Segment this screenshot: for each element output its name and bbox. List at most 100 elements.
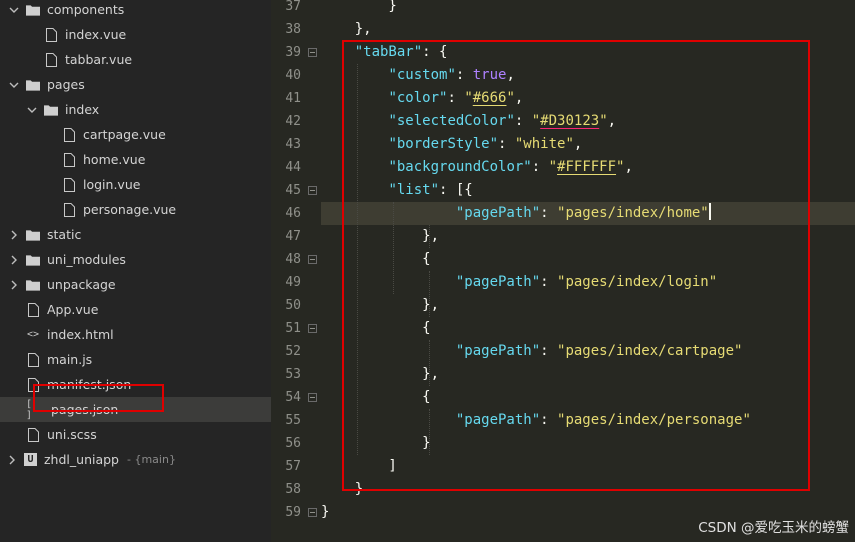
html-file-icon: <> bbox=[26, 329, 40, 340]
line-number: 41 bbox=[285, 91, 301, 106]
tree-file-uni-scss[interactable]: uni.scss bbox=[0, 422, 271, 447]
chevron-right-icon[interactable] bbox=[6, 454, 18, 466]
tree-item-label: login.vue bbox=[83, 177, 141, 192]
code-line[interactable]: }, bbox=[321, 18, 372, 41]
line-number-gutter: 37 38 39 40 41 42 43 44 45 46 47 48 49 50 51 52 53 54 55 56… bbox=[271, 0, 321, 542]
vue-file-icon bbox=[62, 127, 76, 142]
tree-item-label: manifest.json bbox=[47, 377, 132, 392]
project-name: zhdl_uniapp bbox=[44, 452, 119, 467]
tree-item-label: pages bbox=[47, 77, 85, 92]
tree-item-label: home.vue bbox=[83, 152, 146, 167]
tree-folder-uni_modules[interactable]: uni_modules bbox=[0, 247, 271, 272]
code-line[interactable]: }, bbox=[321, 363, 439, 386]
tree-file-personage-vue[interactable]: personage.vue bbox=[0, 197, 271, 222]
tree-item-label: App.vue bbox=[47, 302, 99, 317]
line-number: 54 bbox=[285, 390, 301, 405]
code-line[interactable]: ] bbox=[321, 455, 396, 478]
code-line[interactable]: { bbox=[321, 317, 430, 340]
tree-item-label: static bbox=[47, 227, 82, 242]
tree-file-home-vue[interactable]: home.vue bbox=[0, 147, 271, 172]
chevron-down-icon[interactable] bbox=[26, 104, 38, 116]
tree-folder-index[interactable]: index bbox=[0, 97, 271, 122]
watermark: CSDN @爱吃玉米的螃蟹 bbox=[698, 520, 849, 536]
fold-toggle-icon[interactable] bbox=[308, 186, 317, 195]
indent-guide bbox=[357, 64, 358, 455]
project-branch: - {main} bbox=[127, 453, 176, 466]
code-line[interactable]: "pagePath": "pages/index/login" bbox=[321, 271, 717, 294]
code-line[interactable]: "list": [{ bbox=[321, 179, 472, 202]
code-line[interactable]: "backgroundColor": "#FFFFFF", bbox=[321, 156, 632, 179]
code-line[interactable]: } bbox=[321, 0, 396, 18]
fold-toggle-icon[interactable] bbox=[308, 393, 317, 402]
code-line[interactable]: "custom": true, bbox=[321, 64, 514, 87]
line-number: 46 bbox=[285, 206, 301, 221]
code-line[interactable]: } bbox=[321, 501, 329, 524]
line-number: 47 bbox=[285, 229, 301, 244]
code-line[interactable]: "pagePath": "pages/index/personage" bbox=[321, 409, 751, 432]
line-number: 50 bbox=[285, 298, 301, 313]
tree-file-main-js[interactable]: main.js bbox=[0, 347, 271, 372]
fold-toggle-icon[interactable] bbox=[308, 255, 317, 264]
tree-file-pages-json[interactable]: [ ] pages.json bbox=[0, 397, 271, 422]
code-line[interactable]: "borderStyle": "white", bbox=[321, 133, 582, 156]
fold-toggle-icon[interactable] bbox=[308, 508, 317, 517]
line-number: 53 bbox=[285, 367, 301, 382]
chevron-right-icon[interactable] bbox=[8, 254, 20, 266]
vue-file-icon bbox=[62, 202, 76, 217]
vue-file-icon bbox=[26, 302, 40, 317]
chevron-right-icon[interactable] bbox=[8, 229, 20, 241]
tree-folder-components[interactable]: components bbox=[0, 0, 271, 22]
code-line[interactable]: "color": "#666", bbox=[321, 87, 523, 110]
tree-item-label: personage.vue bbox=[83, 202, 177, 217]
code-line[interactable]: "tabBar": { bbox=[321, 41, 448, 64]
fold-toggle-icon[interactable] bbox=[308, 324, 317, 333]
tree-item-label: index.html bbox=[47, 327, 114, 342]
line-number: 45 bbox=[285, 183, 301, 198]
code-editor[interactable]: } }, "tabBar": { "custom": true, "color"… bbox=[321, 0, 855, 542]
folder-open-icon bbox=[44, 103, 58, 117]
tree-folder-static[interactable]: static bbox=[0, 222, 271, 247]
code-line[interactable]: "pagePath": "pages/index/cartpage" bbox=[321, 340, 743, 363]
indent-guide bbox=[429, 340, 430, 386]
chevron-down-icon[interactable] bbox=[8, 4, 20, 16]
tree-file-manifest-json[interactable]: manifest.json bbox=[0, 372, 271, 397]
vue-file-icon bbox=[44, 52, 58, 67]
line-number: 55 bbox=[285, 413, 301, 428]
project-icon: U bbox=[24, 453, 37, 466]
chevron-down-icon[interactable] bbox=[8, 79, 20, 91]
line-number: 52 bbox=[285, 344, 301, 359]
tree-item-label: tabbar.vue bbox=[65, 52, 133, 67]
code-line[interactable]: }, bbox=[321, 294, 439, 317]
tree-item-label: cartpage.vue bbox=[83, 127, 166, 142]
code-line[interactable]: { bbox=[321, 248, 430, 271]
code-line[interactable]: "selectedColor": "#D30123", bbox=[321, 110, 616, 133]
tree-file-index-vue[interactable]: index.vue bbox=[0, 22, 271, 47]
tree-file-tabbar-vue[interactable]: tabbar.vue bbox=[0, 47, 271, 72]
indent-guide bbox=[429, 271, 430, 317]
json-file-icon: [ ] bbox=[26, 398, 33, 421]
line-number: 51 bbox=[285, 321, 301, 336]
vue-file-icon bbox=[44, 27, 58, 42]
folder-icon bbox=[26, 253, 40, 267]
line-number: 37 bbox=[285, 0, 301, 14]
tree-file-cartpage-vue[interactable]: cartpage.vue bbox=[0, 122, 271, 147]
indent-guide bbox=[429, 225, 430, 248]
fold-toggle-icon[interactable] bbox=[308, 48, 317, 57]
code-line[interactable]: "pagePath": "pages/index/home" bbox=[321, 202, 711, 225]
code-line[interactable]: } bbox=[321, 478, 363, 501]
js-file-icon bbox=[26, 352, 40, 367]
code-line[interactable]: }, bbox=[321, 225, 439, 248]
tree-folder-pages[interactable]: pages bbox=[0, 72, 271, 97]
manifest-file-icon bbox=[26, 377, 40, 392]
tree-file-App-vue[interactable]: App.vue bbox=[0, 297, 271, 322]
chevron-right-icon[interactable] bbox=[8, 279, 20, 291]
tree-file-index-html[interactable]: <> index.html bbox=[0, 322, 271, 347]
tree-item-label: pages.json bbox=[51, 402, 119, 417]
code-line[interactable]: { bbox=[321, 386, 430, 409]
tree-folder-unpackage[interactable]: unpackage bbox=[0, 272, 271, 297]
vue-file-icon bbox=[62, 152, 76, 167]
tree-project-root[interactable]: Uzhdl_uniapp - {main} bbox=[0, 447, 271, 472]
tree-file-login-vue[interactable]: login.vue bbox=[0, 172, 271, 197]
code-line[interactable]: } bbox=[321, 432, 430, 455]
line-number: 58 bbox=[285, 482, 301, 497]
